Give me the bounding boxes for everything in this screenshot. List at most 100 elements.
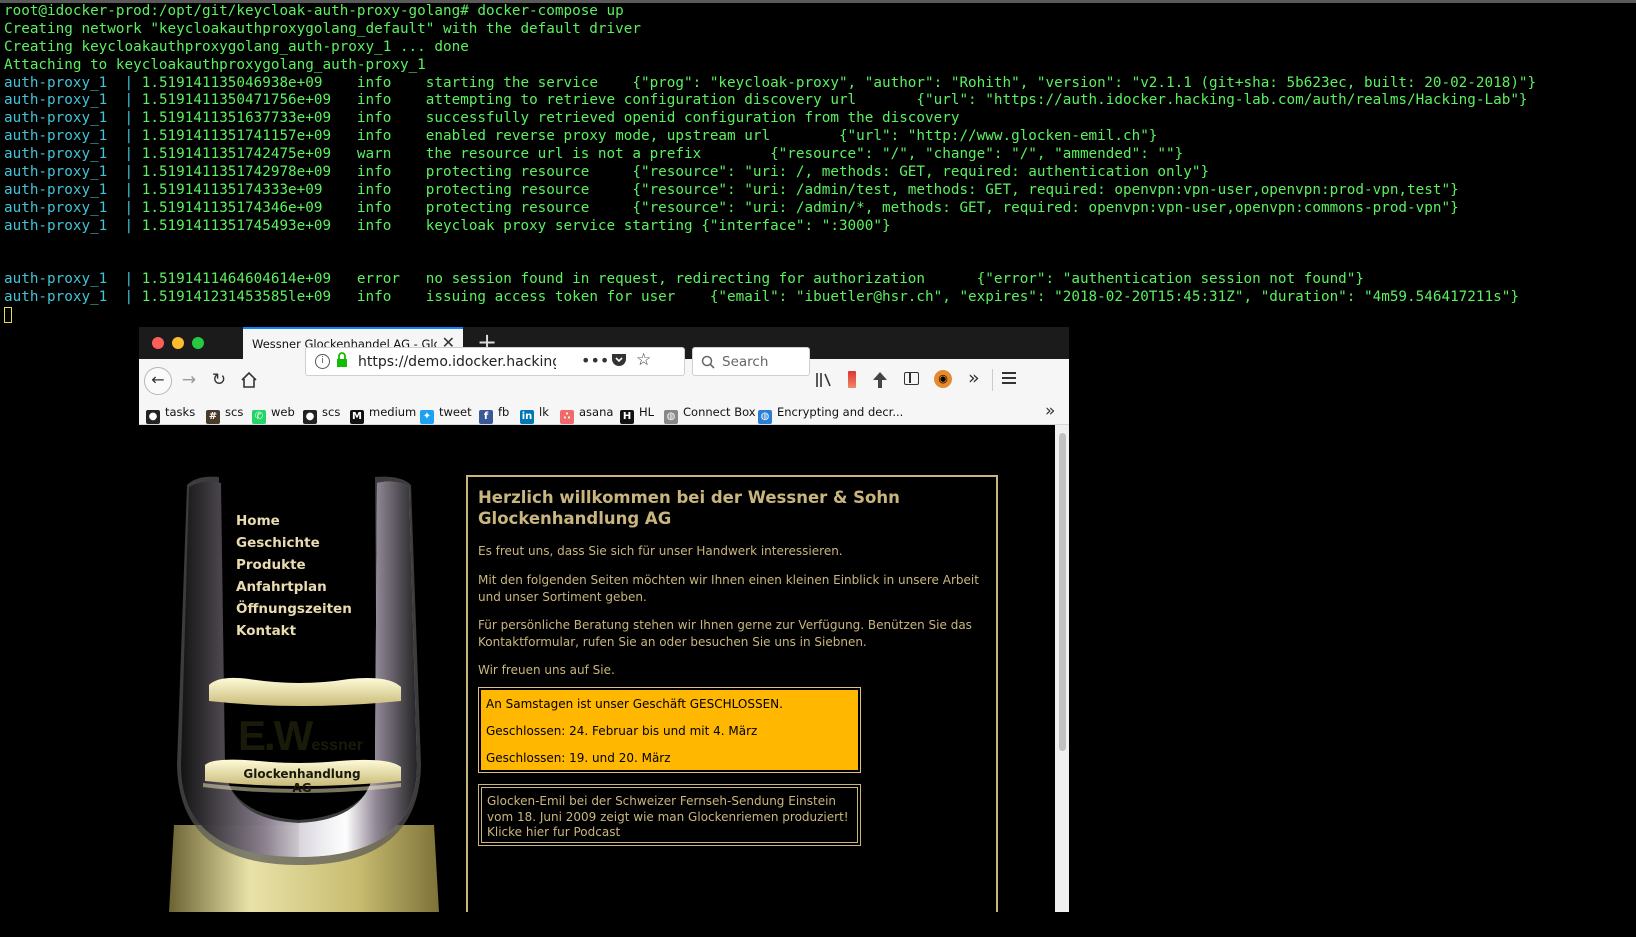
extension-face-icon[interactable]: ◉ (934, 370, 952, 388)
extension-red-icon[interactable] (848, 371, 856, 388)
whatsapp-icon: ✆ (252, 410, 266, 424)
bookmark-item[interactable]: ◍ Connect Box (664, 405, 756, 424)
github-icon: ● (303, 410, 317, 424)
terminal-segment: auth-proxy_1 (4, 289, 125, 306)
bookmark-item[interactable]: ● tasks (146, 405, 195, 424)
terminal-segment: auth-proxy_1 (4, 199, 125, 216)
hash-icon: # (206, 410, 220, 424)
globe-icon: ◍ (664, 410, 678, 424)
library-icon[interactable] (815, 372, 833, 392)
page-title: Herzlich willkommen bei der Wessner & So… (478, 488, 900, 528)
terminal-segment: 1.5191411351741157e+09 info enabled reve… (141, 128, 1158, 145)
reader-sidebar-icon[interactable] (904, 372, 919, 385)
terminal-segment: | (124, 199, 142, 216)
terminal-segment: root@idocker-prod:/opt/git/keycloak-auth… (4, 3, 624, 19)
browser-window: Wessner Glockenhandel AG - Glocken ✕ + ←… (139, 327, 1069, 912)
terminal-segment: auth-proxy_1 (4, 271, 125, 288)
facebook-icon: f (479, 410, 493, 424)
bookmark-label: medium (369, 405, 417, 419)
terminal-line: auth-proxy_1 | 1.5191411464604614e+09 er… (4, 271, 1634, 289)
terminal-line: auth-proxy_1 | 1.5191411351637733e+09 in… (4, 110, 1634, 128)
bookmark-label: asana (579, 405, 614, 419)
terminal-line: auth-proxy_1 | 1.5191411351742475e+09 wa… (4, 146, 1634, 164)
bookmark-item[interactable]: Mmedium (350, 405, 416, 424)
nav-link-home[interactable]: Home (236, 510, 352, 532)
twitter-icon: ✦ (420, 410, 434, 424)
logo-bell-graphic (169, 476, 439, 912)
terminal-segment: | (124, 289, 142, 306)
globe-icon: ◍ (758, 410, 772, 424)
overflow-menu-icon[interactable]: » (968, 367, 980, 389)
site-nav: Home Geschichte Produkte Anfahrtplan Öffnung… (236, 510, 352, 642)
terminal-segment: | (124, 181, 142, 198)
terminal-segment: | (124, 92, 142, 109)
bookmark-item[interactable]: f fb (479, 405, 509, 424)
terminal-segment: | (124, 217, 142, 234)
terminal-segment (4, 236, 13, 252)
terminal-line (4, 236, 1634, 254)
intro-paragraph: Es freut uns, dass Sie sich für unser Ha… (478, 544, 843, 558)
page-scrollbar[interactable] (1055, 425, 1069, 912)
terminal-segment: | (124, 128, 142, 145)
terminal-line: auth-proxy_1 | 1.5191411350471756e+09 in… (4, 92, 1634, 110)
logo-name: essner (311, 737, 363, 754)
terminal-line: root@idocker-prod:/opt/git/keycloak-auth… (4, 3, 1634, 21)
bookmark-label: Connect Box (683, 405, 756, 419)
terminal-line: auth-proxy_1 | 1.5191411351741157e+09 in… (4, 128, 1634, 146)
minimize-window-button[interactable] (172, 337, 184, 349)
terminal-segment: 1.5191411351745493e+09 info keycloak pro… (141, 217, 891, 234)
bookmark-item[interactable]: ● scs (303, 405, 340, 424)
scrollbar-thumb[interactable] (1059, 433, 1066, 751)
bookmark-item[interactable]: in lk (520, 405, 549, 424)
terminal-segment: | (124, 74, 142, 91)
logo-initials: E.W (238, 712, 313, 759)
bookmarks-toolbar: » ● tasks # scs ✆ web ● scs Mmedium ✦ tweet f fb in lk… (139, 401, 1069, 425)
nav-link-produkte[interactable]: Produkte (236, 554, 352, 576)
extension-ghost-icon[interactable] (871, 371, 889, 393)
nav-link--ffnungszeiten[interactable]: Öffnungszeiten (236, 598, 352, 620)
hamburger-menu-icon[interactable] (1002, 372, 1016, 384)
bookmark-item[interactable]: H HL (620, 405, 654, 424)
terminal-segment: 1.519141135174333e+09 info protecting re… (141, 181, 1459, 198)
logo-text: E.Wessner (238, 712, 363, 760)
terminal-segment: 1.519141135046938e+09 info starting the … (141, 74, 1537, 91)
maximize-window-button[interactable] (192, 337, 204, 349)
terminal-segment: Creating network "keycloakauthproxygolan… (4, 20, 641, 37)
podcast-box[interactable]: Glocken-Emil bei der Schweizer Fernseh-S… (478, 784, 861, 846)
terminal-segment: auth-proxy_1 (4, 181, 125, 198)
close-window-button[interactable] (152, 337, 164, 349)
bookmark-item[interactable]: ∴ asana (560, 405, 613, 424)
podcast-link[interactable]: Glocken-Emil bei der Schweizer Fernseh-S… (481, 787, 858, 843)
divider (992, 369, 993, 391)
bookmarks-overflow-icon[interactable]: » (1045, 401, 1055, 421)
bookmark-label: web (271, 405, 295, 419)
terminal-segment: auth-proxy_1 (4, 92, 125, 109)
closing-notice-box: An Samstagen ist unser Geschäft GESCHLOS… (478, 687, 861, 773)
terminal-segment: | (124, 110, 142, 127)
terminal-segment: auth-proxy_1 (4, 128, 125, 145)
terminal-cursor (4, 307, 12, 324)
nav-link-geschichte[interactable]: Geschichte (236, 532, 352, 554)
closing-notice: An Samstagen ist unser Geschäft GESCHLOS… (481, 690, 858, 770)
terminal-segment: 1.5191411350471756e+09 info attempting t… (141, 92, 1528, 109)
terminal-segment: 1.5191411351742475e+09 warn the resource… (141, 146, 1184, 163)
bookmark-label: tasks (165, 405, 196, 419)
nav-link-anfahrtplan[interactable]: Anfahrtplan (236, 576, 352, 598)
bookmark-item[interactable]: ✆ web (252, 405, 295, 424)
medium-icon: M (350, 410, 364, 424)
bookmark-item[interactable]: ◍ Encrypting and decr... (758, 405, 903, 424)
terminal-line: auth-proxy_1 | 1.5191411351745493e+09 in… (4, 218, 1634, 236)
content-box: Herzlich willkommen bei der Wessner & So… (466, 475, 998, 912)
terminal-output[interactable]: root@idocker-prod:/opt/git/keycloak-auth… (4, 3, 1634, 325)
bookmark-item[interactable]: ✦ tweet (420, 405, 472, 424)
terminal-segment: auth-proxy_1 (4, 110, 125, 127)
terminal-line: auth-proxy_1 | 1.519141135174346e+09 inf… (4, 200, 1634, 218)
bookmark-item[interactable]: # scs (206, 405, 243, 424)
bookmark-label: scs (322, 405, 341, 419)
terminal-line: auth-proxy_1 | 1.519141135046938e+09 inf… (4, 75, 1634, 93)
bookmark-label: fb (498, 405, 510, 419)
terminal-prompt-line (4, 307, 1634, 325)
terminal-segment: 1.5191411351742978e+09 info protecting r… (141, 164, 1210, 181)
notice-line: Geschlossen: 19. und 20. März (486, 751, 671, 765)
nav-link-kontakt[interactable]: Kontakt (236, 620, 352, 642)
